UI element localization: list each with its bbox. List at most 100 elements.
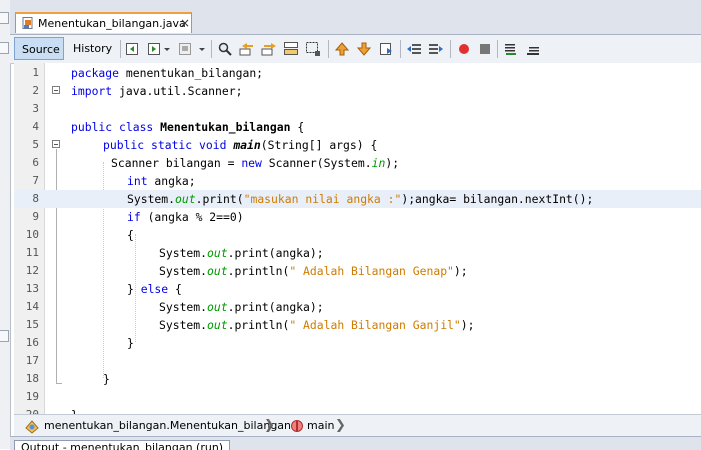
code-text: public static void main(String[] args) { [103, 136, 377, 154]
editor-toolbar: Source History [10, 35, 701, 64]
history-view-tab[interactable]: History [66, 37, 115, 60]
code-line: 15 System.out.println(" Adalah Bilangan … [14, 316, 701, 334]
code-token: .print( [195, 192, 244, 206]
code-line: 11 System.out.print(angka); [14, 244, 701, 262]
line-number: 3 [32, 102, 39, 115]
line-number: 19 [25, 390, 39, 403]
code-line: 20 } [14, 406, 701, 414]
keyword: public class [71, 120, 161, 134]
line-number: 18 [25, 372, 39, 385]
code-text: System.out.println(" Adalah Bilangan Gen… [159, 262, 468, 280]
toolbar-separator [328, 40, 329, 58]
toggle-highlight-icon[interactable] [283, 41, 299, 57]
line-number: 14 [25, 300, 39, 313]
code-line: 1 package menentukan_bilangan; [14, 64, 701, 82]
line-number: 13 [25, 282, 39, 295]
line-number: 10 [25, 228, 39, 241]
string-literal: "masukan nilai angka :" [243, 192, 402, 206]
code-text: public class Menentukan_bilangan { [71, 118, 304, 136]
code-token: .print(angka); [227, 300, 324, 314]
chevron-down-icon[interactable] [198, 41, 206, 57]
back-icon[interactable] [125, 41, 141, 57]
code-token: Scanner bilangan = [111, 156, 242, 170]
toggle-rectangular-selection-icon[interactable] [305, 41, 321, 57]
output-panel-bar: Output - menentukan_bilangan (run) [10, 436, 701, 450]
find-previous-icon[interactable] [239, 41, 255, 57]
line-number: 16 [25, 336, 39, 349]
code-line: 10 { [14, 226, 701, 244]
chevron-right-icon[interactable]: ❯ [335, 418, 346, 433]
stop-macro-icon[interactable] [477, 41, 493, 57]
class-icon [25, 420, 39, 434]
code-line: 17 [14, 352, 701, 370]
line-number: 12 [25, 264, 39, 277]
code-token: System. [159, 246, 208, 260]
code-token: System. [159, 264, 208, 278]
find-icon[interactable] [217, 41, 233, 57]
code-text: } else { [127, 280, 182, 298]
next-bookmark-icon[interactable] [356, 41, 372, 57]
code-text: } [103, 372, 110, 386]
code-line: 7 int angka; [14, 172, 701, 190]
chevron-right-icon[interactable]: ❯ [264, 418, 275, 433]
static-field: out [207, 318, 228, 332]
code-line: 4 public class Menentukan_bilangan { [14, 118, 701, 136]
code-text: System.out.print(angka); [159, 244, 324, 262]
string-literal: " Adalah Bilangan Genap" [289, 264, 454, 278]
editor-tab-bar: Menentukan_bilangan.java × [10, 0, 701, 35]
uncomment-icon[interactable] [525, 41, 541, 57]
code-text: System.out.println(" Adalah Bilangan Gan… [159, 316, 475, 334]
panel-edge-marker [0, 330, 9, 342]
line-number: 6 [32, 156, 39, 169]
previous-bookmark-icon[interactable] [334, 41, 350, 57]
code-token: .println( [227, 318, 290, 332]
code-line: 14 System.out.print(angka); [14, 298, 701, 316]
toolbar-separator [450, 40, 451, 58]
code-token: angka; [147, 174, 196, 188]
code-token: System. [159, 318, 208, 332]
class-name: Menentukan_bilangan [160, 120, 291, 134]
start-macro-icon[interactable] [456, 41, 472, 57]
code-token: ); [460, 318, 475, 332]
keyword: if [127, 210, 141, 224]
code-text: int angka; [127, 172, 196, 190]
code-editor[interactable]: 1 package menentukan_bilangan; 2 import … [14, 63, 701, 414]
code-token: (angka % 2==0) [140, 210, 244, 224]
code-token: { [168, 282, 182, 296]
static-field: out [207, 264, 228, 278]
line-number: 8 [32, 192, 39, 205]
line-number: 17 [25, 354, 39, 367]
code-text: Scanner bilangan = new Scanner(System.in… [111, 154, 399, 172]
toggle-bookmark-icon[interactable] [378, 41, 394, 57]
breadcrumb-class[interactable]: menentukan_bilangan.Menentukan_bilangan [44, 419, 291, 432]
code-line: 9 if (angka % 2==0) [14, 208, 701, 226]
shift-left-icon[interactable] [406, 41, 422, 57]
navigation-breadcrumb: menentukan_bilangan.Menentukan_bilangan … [14, 414, 701, 437]
breadcrumb-method[interactable]: main [307, 419, 334, 432]
find-next-icon[interactable] [261, 41, 277, 57]
shift-right-icon[interactable] [428, 41, 444, 57]
method-name: main [233, 138, 261, 152]
code-token: );angka= bilangan.nextInt(); [401, 192, 594, 206]
code-line: 5 public static void main(String[] args)… [14, 136, 701, 154]
chevron-down-icon[interactable] [163, 41, 171, 57]
line-number: 15 [25, 318, 39, 331]
line-number: 20 [14, 406, 39, 414]
code-text: } [71, 406, 78, 414]
panel-edge-marker [0, 12, 9, 24]
keyword: package [71, 66, 120, 80]
code-token: Scanner(System. [261, 156, 372, 170]
forward-icon[interactable] [147, 41, 163, 57]
code-line: 2 import java.util.Scanner; [14, 82, 701, 100]
java-file-icon [22, 17, 33, 29]
toolbar-separator [400, 40, 401, 58]
code-token: .print(angka); [227, 246, 324, 260]
source-view-tab[interactable]: Source [14, 37, 64, 60]
last-edit-icon[interactable] [178, 41, 194, 57]
toolbar-separator [120, 40, 121, 58]
file-tab[interactable]: Menentukan_bilangan.java × [15, 12, 192, 33]
panel-edge-marker [0, 42, 9, 54]
static-field: in [371, 156, 386, 170]
close-tab-icon[interactable]: × [180, 16, 190, 30]
comment-icon[interactable] [503, 41, 519, 57]
